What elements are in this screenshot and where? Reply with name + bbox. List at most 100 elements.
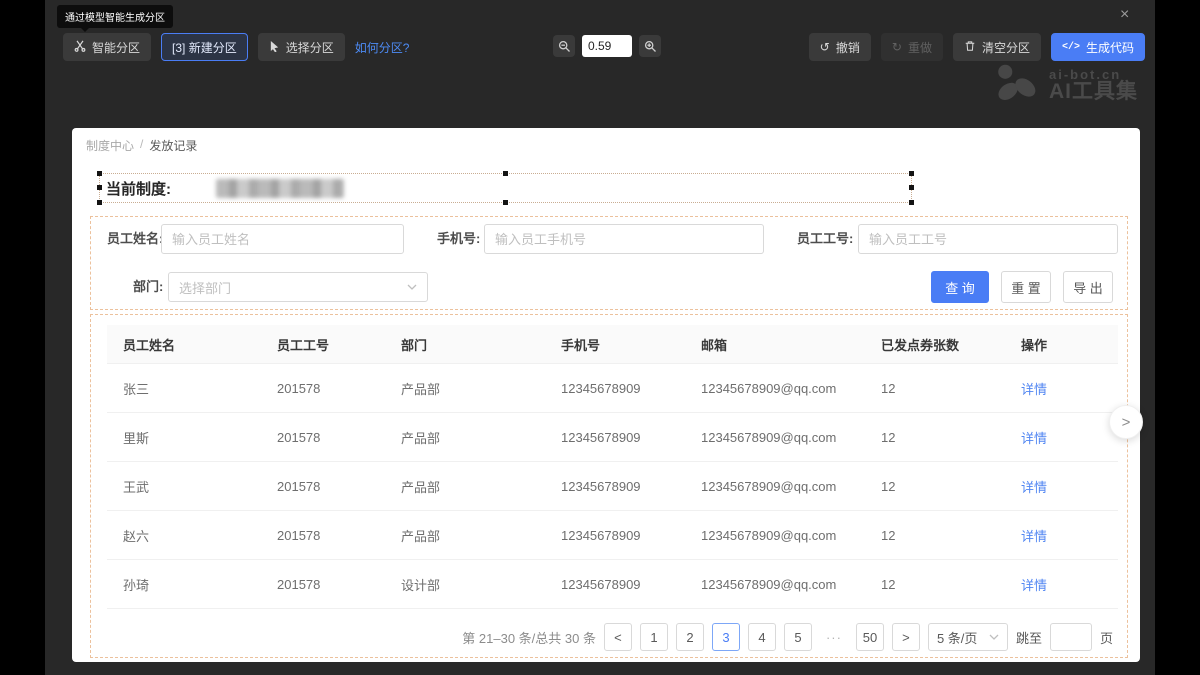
cell-phone: 12345678909	[545, 511, 685, 560]
cell-phone: 12345678909	[545, 560, 685, 609]
pagination-summary: 第 21–30 条/总共 30 条	[462, 628, 596, 647]
scissors-icon	[74, 40, 86, 55]
resize-handle[interactable]	[503, 171, 508, 176]
redo-button: ↻ 重做	[881, 33, 943, 61]
pagination-next-button[interactable]: >	[892, 623, 920, 651]
resize-handle[interactable]	[909, 171, 914, 176]
generate-code-button[interactable]: </> 生成代码	[1051, 33, 1145, 61]
zoom-in-button[interactable]	[639, 35, 661, 57]
search-button[interactable]: 查 询	[931, 271, 989, 303]
resize-handle[interactable]	[503, 200, 508, 205]
column-header: 部门	[385, 325, 545, 364]
employee-table: 员工姓名员工工号部门手机号邮箱已发点券张数操作 张三201578产品部12345…	[107, 325, 1118, 609]
ai-bot-watermark: ai-bot.cn AI工具集	[994, 64, 1138, 107]
toolbar-right: ↺ 撤销 ↻ 重做 清空分区 </> 生成代码	[809, 33, 1145, 61]
resize-handle[interactable]	[97, 200, 102, 205]
pagination-page-1[interactable]: 1	[640, 623, 668, 651]
resize-handle[interactable]	[909, 185, 914, 190]
phone-filter-input[interactable]	[484, 224, 764, 254]
detail-link[interactable]: 详情	[1021, 431, 1047, 446]
pagination-page-50[interactable]: 50	[856, 623, 884, 651]
empid-filter-input[interactable]	[858, 224, 1118, 254]
undo-icon: ↺	[820, 40, 830, 54]
cell-email: 12345678909@qq.com	[685, 364, 865, 413]
cell-dept: 产品部	[385, 462, 545, 511]
table-row: 里斯201578产品部1234567890912345678909@qq.com…	[107, 413, 1118, 462]
jump-label: 跳至	[1016, 628, 1042, 647]
breadcrumb-current: 发放记录	[149, 137, 197, 154]
how-to-partition-link[interactable]: 如何分区?	[355, 39, 410, 56]
resize-handle[interactable]	[97, 185, 102, 190]
partition-region-policy[interactable]: 当前制度:	[99, 173, 912, 203]
pagination: 第 21–30 条/总共 30 条 < 12345···50 > 5 条/页 跳…	[462, 621, 1113, 653]
reset-button[interactable]: 重 置	[1001, 271, 1051, 303]
dept-filter-label: 部门:	[133, 272, 163, 302]
smart-partition-button[interactable]: 智能分区	[63, 33, 151, 61]
clear-partitions-button[interactable]: 清空分区	[953, 33, 1041, 61]
cell-name: 里斯	[107, 413, 261, 462]
cell-action: 详情	[1005, 511, 1118, 560]
table-row: 王武201578产品部1234567890912345678909@qq.com…	[107, 462, 1118, 511]
page-panel: 制度中心 / 发放记录 当前制度: 员工姓名: 手机号: 员工工号: 部门:	[72, 128, 1140, 662]
cell-empid: 201578	[261, 462, 385, 511]
pagination-page-3[interactable]: 3	[712, 623, 740, 651]
cell-action: 详情	[1005, 462, 1118, 511]
column-header: 已发点券张数	[865, 325, 1005, 364]
cell-email: 12345678909@qq.com	[685, 511, 865, 560]
new-partition-button[interactable]: [3] 新建分区	[161, 33, 248, 61]
jump-page-input[interactable]	[1050, 623, 1092, 651]
pagination-page-5[interactable]: 5	[784, 623, 812, 651]
column-header: 手机号	[545, 325, 685, 364]
undo-button[interactable]: ↺ 撤销	[809, 33, 871, 61]
pagination-page-4[interactable]: 4	[748, 623, 776, 651]
cell-dept: 产品部	[385, 364, 545, 413]
screenshot-stage: 通过模型智能生成分区 × 智能分区 [3] 新建分区 选择分区 如何分区?	[0, 0, 1200, 675]
cell-action: 详情	[1005, 560, 1118, 609]
cell-count: 12	[865, 364, 1005, 413]
current-policy-label: 当前制度:	[106, 178, 171, 199]
name-filter-label: 员工姓名:	[107, 224, 163, 254]
cell-name: 赵六	[107, 511, 261, 560]
page-size-select[interactable]: 5 条/页	[928, 623, 1008, 651]
table-scroll-next-button[interactable]: >	[1109, 405, 1143, 439]
zoom-out-button[interactable]	[553, 35, 575, 57]
cell-count: 12	[865, 462, 1005, 511]
resize-handle[interactable]	[909, 200, 914, 205]
detail-link[interactable]: 详情	[1021, 529, 1047, 544]
cell-empid: 201578	[261, 511, 385, 560]
chevron-right-icon: >	[1122, 414, 1131, 431]
partition-region-filters[interactable]: 员工姓名: 手机号: 员工工号: 部门: 选择部门 查 询 重 置 导 出	[90, 216, 1128, 310]
dept-select[interactable]: 选择部门	[168, 272, 428, 302]
close-icon[interactable]: ×	[1120, 7, 1129, 23]
cell-phone: 12345678909	[545, 462, 685, 511]
detail-link[interactable]: 详情	[1021, 578, 1047, 593]
cell-email: 12345678909@qq.com	[685, 413, 865, 462]
column-header: 员工姓名	[107, 325, 261, 364]
breadcrumb-parent[interactable]: 制度中心	[86, 137, 134, 154]
cell-phone: 12345678909	[545, 364, 685, 413]
pagination-prev-button[interactable]: <	[604, 623, 632, 651]
cell-dept: 产品部	[385, 511, 545, 560]
trash-icon	[964, 40, 976, 55]
chevron-down-icon	[407, 284, 417, 290]
zoom-level-input[interactable]	[582, 35, 632, 57]
breadcrumb: 制度中心 / 发放记录	[86, 137, 197, 154]
resize-handle[interactable]	[97, 171, 102, 176]
detail-link[interactable]: 详情	[1021, 480, 1047, 495]
cell-phone: 12345678909	[545, 413, 685, 462]
cell-name: 王武	[107, 462, 261, 511]
toolbar-left: 智能分区 [3] 新建分区 选择分区 如何分区?	[63, 33, 409, 61]
select-partition-button[interactable]: 选择分区	[258, 33, 345, 61]
column-header: 邮箱	[685, 325, 865, 364]
code-icon: </>	[1062, 42, 1080, 53]
name-filter-input[interactable]	[161, 224, 404, 254]
export-button[interactable]: 导 出	[1063, 271, 1113, 303]
table-row: 张三201578产品部1234567890912345678909@qq.com…	[107, 364, 1118, 413]
partition-region-table[interactable]: 员工姓名员工工号部门手机号邮箱已发点券张数操作 张三201578产品部12345…	[90, 314, 1128, 658]
zoom-controls	[553, 35, 661, 57]
table-row: 孙琦201578设计部1234567890912345678909@qq.com…	[107, 560, 1118, 609]
table-row: 赵六201578产品部1234567890912345678909@qq.com…	[107, 511, 1118, 560]
cell-empid: 201578	[261, 413, 385, 462]
detail-link[interactable]: 详情	[1021, 382, 1047, 397]
pagination-page-2[interactable]: 2	[676, 623, 704, 651]
